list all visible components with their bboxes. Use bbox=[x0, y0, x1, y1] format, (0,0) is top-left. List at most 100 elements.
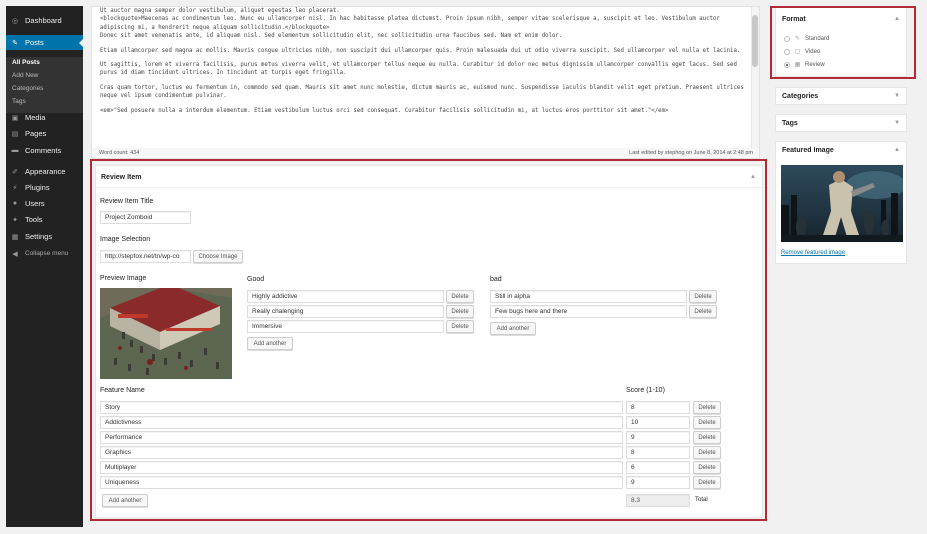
menu-media[interactable]: ▣ Media bbox=[6, 110, 83, 125]
editor-line: <blockquote>Maecenas ac condimentum leo.… bbox=[100, 16, 720, 31]
format-option-standard[interactable]: ✎ Standard bbox=[784, 35, 829, 42]
delete-feature-button[interactable]: Delete bbox=[693, 416, 721, 429]
delete-feature-button[interactable]: Delete bbox=[693, 401, 721, 414]
menu-comments[interactable]: ▬ Comments bbox=[6, 143, 83, 158]
menu-settings[interactable]: ▦ Settings bbox=[6, 229, 83, 244]
menu-label: Comments bbox=[25, 146, 62, 155]
menu-tools[interactable]: ✦ Tools bbox=[6, 212, 83, 227]
option-label: Video bbox=[805, 48, 821, 55]
menu-dashboard[interactable]: ◎ Dashboard bbox=[6, 13, 83, 28]
featured-image-panel: Featured Image ▲ Remove featured image bbox=[775, 141, 907, 264]
collapse-caret-icon[interactable]: ▲ bbox=[750, 174, 756, 180]
feature-name-input[interactable]: Addictivness bbox=[100, 416, 623, 429]
item-title-input[interactable]: Project Zomboid bbox=[100, 211, 191, 224]
format-title: Format bbox=[782, 16, 806, 23]
metabox-title: Review Item bbox=[101, 174, 142, 181]
add-good-button[interactable]: Add another bbox=[247, 337, 293, 350]
review-icon: ▦ bbox=[794, 62, 801, 68]
delete-feature-button[interactable]: Delete bbox=[693, 461, 721, 474]
admin-sidebar: ◎ Dashboard ✎ Posts All Posts Add New Cate… bbox=[6, 6, 83, 527]
collapse-icon: ◀ bbox=[12, 250, 18, 258]
add-feature-button[interactable]: Add another bbox=[102, 494, 148, 507]
pin-icon: ✎ bbox=[794, 36, 801, 42]
editor-text[interactable]: Ut auctor magna semper dolor vestibulum,… bbox=[100, 7, 750, 121]
remove-featured-image-link[interactable]: Remove featured image bbox=[781, 250, 845, 256]
expand-caret-icon[interactable]: ▼ bbox=[894, 93, 900, 99]
radio-button[interactable] bbox=[784, 48, 790, 55]
tags-panel[interactable]: Tags ▼ bbox=[775, 114, 907, 132]
menu-label: Collapse menu bbox=[25, 250, 69, 257]
image-url-input[interactable]: http://stepfox.net/tn/wp-co bbox=[100, 250, 191, 263]
bad-item-input[interactable]: Few bugs here and there bbox=[490, 305, 687, 318]
delete-good-button[interactable]: Delete bbox=[446, 320, 474, 333]
delete-feature-button[interactable]: Delete bbox=[693, 476, 721, 489]
good-item-input[interactable]: Really chalenging bbox=[247, 305, 444, 318]
editor-line: <em>"Sed posuere nulla a interdum elemen… bbox=[100, 107, 669, 114]
delete-feature-button[interactable]: Delete bbox=[693, 446, 721, 459]
feature-name-input[interactable]: Multiplayer bbox=[100, 461, 623, 474]
expand-caret-icon[interactable]: ▼ bbox=[894, 120, 900, 126]
media-icon: ▣ bbox=[11, 114, 19, 122]
bad-label: bad bbox=[490, 276, 502, 283]
menu-appearance[interactable]: ✐ Appearance bbox=[6, 164, 83, 179]
feature-score-input[interactable]: 8 bbox=[626, 446, 690, 459]
editor-line: Donec sit amet venenatis ante, id aliqua… bbox=[100, 33, 563, 40]
good-item-input[interactable]: Immersive bbox=[247, 320, 444, 333]
featured-image-title: Featured Image bbox=[782, 147, 834, 154]
good-item-input[interactable]: Highly addictive bbox=[247, 290, 444, 303]
radio-button[interactable] bbox=[784, 35, 790, 42]
delete-bad-button[interactable]: Delete bbox=[689, 290, 717, 303]
option-label: Review bbox=[805, 61, 825, 68]
feature-name-input[interactable]: Story bbox=[100, 401, 623, 414]
collapse-caret-icon[interactable]: ▲ bbox=[894, 147, 900, 153]
bad-item-input[interactable]: Still in alpha bbox=[490, 290, 687, 303]
menu-label: Pages bbox=[25, 129, 47, 138]
menu-posts[interactable]: ✎ Posts bbox=[6, 35, 83, 50]
feature-name-input[interactable]: Graphics bbox=[100, 446, 623, 459]
video-icon: ▢ bbox=[794, 49, 801, 55]
feature-score-input[interactable]: 10 bbox=[626, 416, 690, 429]
feature-score-input[interactable]: 9 bbox=[626, 476, 690, 489]
collapse-caret-icon[interactable]: ▲ bbox=[894, 16, 900, 22]
submenu-add-new[interactable]: Add New bbox=[12, 72, 38, 79]
format-option-review[interactable]: ▦ Review bbox=[784, 61, 825, 68]
delete-bad-button[interactable]: Delete bbox=[689, 305, 717, 318]
format-option-video[interactable]: ▢ Video bbox=[784, 48, 820, 55]
menu-label: Dashboard bbox=[25, 16, 62, 25]
collapse-menu[interactable]: ◀ Collapse menu bbox=[6, 246, 83, 261]
editor-scrollbar[interactable] bbox=[751, 7, 759, 151]
feature-score-input[interactable]: 6 bbox=[626, 461, 690, 474]
menu-label: Settings bbox=[25, 232, 53, 241]
feature-name-input[interactable]: Performance bbox=[100, 431, 623, 444]
add-bad-button[interactable]: Add another bbox=[490, 322, 536, 335]
delete-feature-button[interactable]: Delete bbox=[693, 431, 721, 444]
tags-title: Tags bbox=[782, 120, 798, 127]
choose-image-button[interactable]: Choose Image bbox=[193, 250, 243, 263]
editor-line: Etiam ullamcorper sed magna ac mollis. M… bbox=[100, 47, 741, 54]
total-label: Total bbox=[695, 497, 708, 503]
scrollbar-thumb[interactable] bbox=[752, 15, 758, 67]
submenu-all-posts[interactable]: All Posts bbox=[12, 59, 40, 66]
menu-users[interactable]: ● Users bbox=[6, 196, 83, 211]
score-label: Score (1-10) bbox=[626, 387, 665, 394]
metabox-header[interactable]: Review Item ▲ bbox=[96, 166, 762, 188]
feature-score-input[interactable]: 8 bbox=[626, 401, 690, 414]
categories-panel[interactable]: Categories ▼ bbox=[775, 87, 907, 105]
editor-line: Cras quam tortor, luctus eu fermentum in… bbox=[100, 84, 744, 100]
delete-good-button[interactable]: Delete bbox=[446, 290, 474, 303]
post-content-editor[interactable]: Ut auctor magna semper dolor vestibulum,… bbox=[91, 6, 760, 152]
preview-image bbox=[100, 288, 232, 379]
wrench-icon: ✦ bbox=[12, 216, 18, 224]
submenu-categories[interactable]: Categories bbox=[12, 85, 43, 92]
categories-title: Categories bbox=[782, 93, 819, 100]
delete-good-button[interactable]: Delete bbox=[446, 305, 474, 318]
radio-button-selected[interactable] bbox=[784, 61, 790, 68]
pin-icon: ✎ bbox=[12, 39, 18, 47]
menu-plugins[interactable]: ⚡ Plugins bbox=[6, 180, 83, 195]
menu-label: Users bbox=[25, 199, 45, 208]
feature-score-input[interactable]: 9 bbox=[626, 431, 690, 444]
featured-image-thumbnail[interactable] bbox=[781, 165, 903, 242]
feature-name-input[interactable]: Uniqueness bbox=[100, 476, 623, 489]
submenu-tags[interactable]: Tags bbox=[12, 98, 26, 105]
menu-pages[interactable]: ▤ Pages bbox=[6, 126, 83, 141]
